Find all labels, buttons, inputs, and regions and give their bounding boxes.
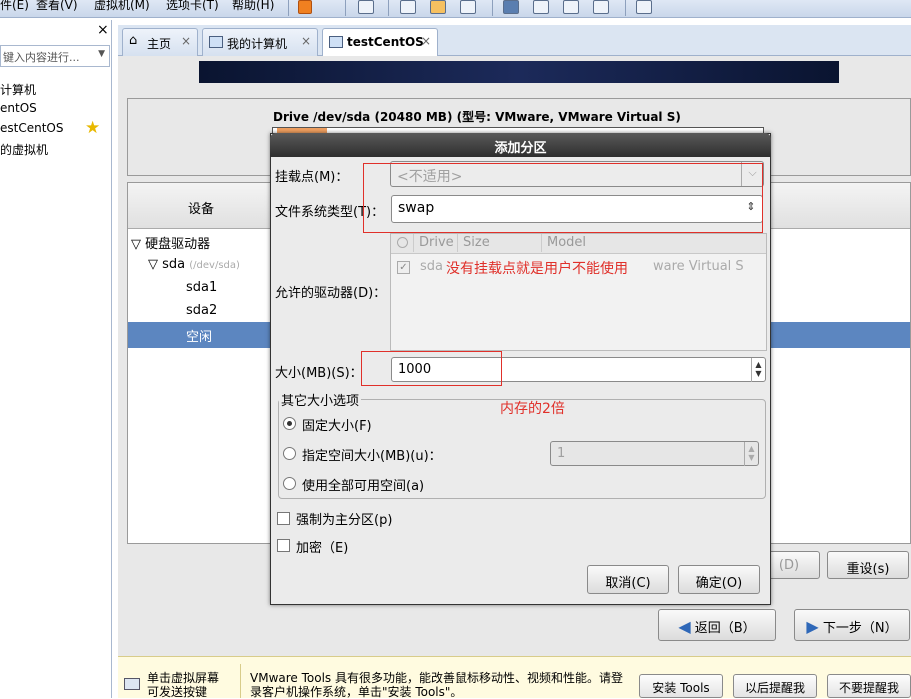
tab-bar: ⌂ 主页 × 我的计算机 × testCentOS × bbox=[118, 25, 911, 57]
toolbar-separator bbox=[388, 0, 389, 16]
close-icon[interactable]: × bbox=[301, 34, 311, 48]
search-placeholder: 键入内容进行... bbox=[3, 51, 80, 64]
library-search-input[interactable]: 键入内容进行... ▼ bbox=[0, 45, 110, 67]
tree-row-hard-drives[interactable]: ▽ 硬盘驱动器 bbox=[131, 233, 210, 252]
menu-edit[interactable]: 件(E) bbox=[0, 0, 29, 13]
drive-sda-name: sda bbox=[420, 259, 443, 274]
fixed-size-label: 固定大小(F) bbox=[302, 419, 372, 434]
drive-label: Drive /dev/sda (20480 MB) (型号: VMware, V… bbox=[273, 110, 681, 124]
home-icon: ⌂ bbox=[129, 33, 138, 48]
force-primary-checkbox[interactable] bbox=[277, 512, 290, 525]
tools-message-line1: VMware Tools 具有很多功能，能改善鼠标移动性、视频和性能。请登 bbox=[250, 671, 623, 685]
computer-icon bbox=[209, 36, 223, 48]
encrypt-checkbox[interactable] bbox=[277, 539, 290, 552]
encrypt-label: 加密（E) bbox=[296, 541, 349, 556]
favorite-star-icon: ★ bbox=[85, 118, 101, 138]
expander-icon[interactable]: ▽ bbox=[131, 237, 141, 252]
vm-icon bbox=[329, 36, 343, 48]
annotation-box-mount-fs bbox=[363, 163, 763, 233]
dont-remind-button[interactable]: 不要提醒我 bbox=[827, 674, 911, 698]
spin-arrows-icon[interactable]: ▲ ▼ bbox=[744, 442, 758, 466]
size-label: 大小(MB)(S)： bbox=[275, 366, 363, 381]
next-button[interactable]: ▶ 下一步（N） bbox=[794, 609, 910, 641]
upto-size-label: 指定空间大小(MB)(u)： bbox=[302, 449, 442, 464]
fill-space-label: 使用全部可用空间(a) bbox=[302, 479, 425, 494]
tree-row-sda2[interactable]: sda2 bbox=[186, 303, 217, 318]
force-primary-label: 强制为主分区(p) bbox=[296, 513, 393, 528]
annotation-no-mount: 没有挂载点就是用户不能使用 bbox=[446, 261, 628, 277]
cancel-button[interactable]: 取消(C) bbox=[587, 565, 669, 594]
tree-row-sda1[interactable]: sda1 bbox=[186, 280, 217, 295]
toolbar-separator bbox=[625, 0, 626, 16]
install-tools-button[interactable]: 安装 Tools bbox=[639, 674, 723, 698]
library-item-computer[interactable]: 计算机 bbox=[0, 81, 36, 98]
column-drive[interactable]: Drive bbox=[419, 235, 454, 250]
arrow-left-icon: ◀ bbox=[678, 617, 691, 636]
fullscreen-icon[interactable] bbox=[563, 0, 579, 14]
tab-my-computer[interactable]: 我的计算机 × bbox=[202, 28, 318, 56]
tab-testcentos[interactable]: testCentOS × bbox=[322, 28, 438, 57]
snapshot-manager-icon[interactable] bbox=[460, 0, 476, 14]
annotation-double-ram: 内存的2倍 bbox=[500, 401, 565, 417]
tools-message-line2: 录客户机操作系统，单击"安装 Tools"。 bbox=[250, 685, 463, 699]
other-size-options-label: 其它大小选项 bbox=[279, 390, 362, 409]
drive-sda-model: ware Virtual S bbox=[653, 259, 744, 274]
select-column-icon bbox=[397, 237, 408, 248]
back-button[interactable]: ◀ 返回（B） bbox=[658, 609, 776, 641]
drives-list-header: Drive Size Model bbox=[391, 234, 766, 254]
spin-arrows-icon[interactable]: ▲ ▼ bbox=[751, 358, 765, 382]
close-icon[interactable]: × bbox=[421, 34, 431, 48]
snapshot-icon[interactable] bbox=[400, 0, 416, 14]
revert-snapshot-icon[interactable] bbox=[430, 0, 446, 14]
expander-icon[interactable]: ▽ bbox=[148, 257, 158, 272]
allowed-drives-label: 允许的驱动器(D)： bbox=[275, 286, 387, 301]
fixed-size-radio[interactable] bbox=[283, 417, 296, 430]
column-size[interactable]: Size bbox=[463, 235, 490, 250]
click-hint: 单击虚拟屏幕 可发送按键 bbox=[147, 671, 220, 699]
toolbar-separator bbox=[492, 0, 493, 16]
library-item-testcentos[interactable]: estCentOS bbox=[0, 121, 63, 135]
dialog-title: 添加分区 bbox=[270, 133, 771, 157]
console-view-icon[interactable] bbox=[533, 0, 549, 14]
menu-bar: 件(E) 查看(V) 虚拟机(M) 选项卡(T) 帮助(H) bbox=[0, 0, 911, 18]
chevron-down-icon[interactable]: ▼ bbox=[98, 49, 105, 59]
device-column-header[interactable]: 设备 bbox=[188, 198, 214, 217]
menu-tabs[interactable]: 选项卡(T) bbox=[166, 0, 219, 13]
reset-button[interactable]: 重设(s) bbox=[827, 551, 909, 579]
tree-row-free-label: 空闲 bbox=[186, 330, 213, 345]
arrow-right-icon: ▶ bbox=[806, 617, 819, 636]
tab-label: testCentOS bbox=[347, 35, 424, 49]
mount-point-label: 挂载点(M)： bbox=[275, 170, 349, 185]
tree-row-sda[interactable]: ▽ sda (/dev/sda) bbox=[148, 257, 240, 272]
remind-later-button[interactable]: 以后提醒我 bbox=[733, 674, 817, 698]
upto-size-spinbox[interactable]: 1 ▲ ▼ bbox=[550, 441, 759, 466]
keyboard-icon bbox=[124, 678, 140, 690]
send-keys-icon[interactable] bbox=[358, 0, 374, 14]
annotation-box-size bbox=[361, 351, 502, 386]
library-close-icon[interactable]: × bbox=[97, 22, 109, 38]
tab-label: 我的计算机 bbox=[227, 37, 288, 51]
thumbnail-view-icon[interactable] bbox=[636, 0, 652, 14]
column-model[interactable]: Model bbox=[547, 235, 586, 250]
pause-icon[interactable] bbox=[298, 0, 312, 14]
installer-banner bbox=[199, 61, 839, 83]
upto-size-value: 1 bbox=[557, 446, 566, 461]
menu-view[interactable]: 查看(V) bbox=[36, 0, 78, 13]
toolbar-separator bbox=[345, 0, 346, 16]
sidebar-toggle-icon[interactable] bbox=[503, 0, 519, 14]
drive-sda-checkbox[interactable]: ✓ bbox=[397, 261, 410, 274]
tab-home[interactable]: ⌂ 主页 × bbox=[122, 28, 198, 56]
upto-size-radio[interactable] bbox=[283, 447, 296, 460]
close-icon[interactable]: × bbox=[181, 34, 191, 48]
library-item-my-vms[interactable]: 的虚拟机 bbox=[0, 141, 48, 158]
menu-vm[interactable]: 虚拟机(M) bbox=[94, 0, 150, 13]
toolbar-separator bbox=[288, 0, 289, 16]
menu-help[interactable]: 帮助(H) bbox=[232, 0, 274, 13]
tab-label: 主页 bbox=[147, 37, 172, 51]
fill-space-radio[interactable] bbox=[283, 477, 296, 490]
ok-button[interactable]: 确定(O) bbox=[678, 565, 760, 594]
library-item-centos[interactable]: entOS bbox=[0, 101, 37, 115]
unity-icon[interactable] bbox=[593, 0, 609, 14]
